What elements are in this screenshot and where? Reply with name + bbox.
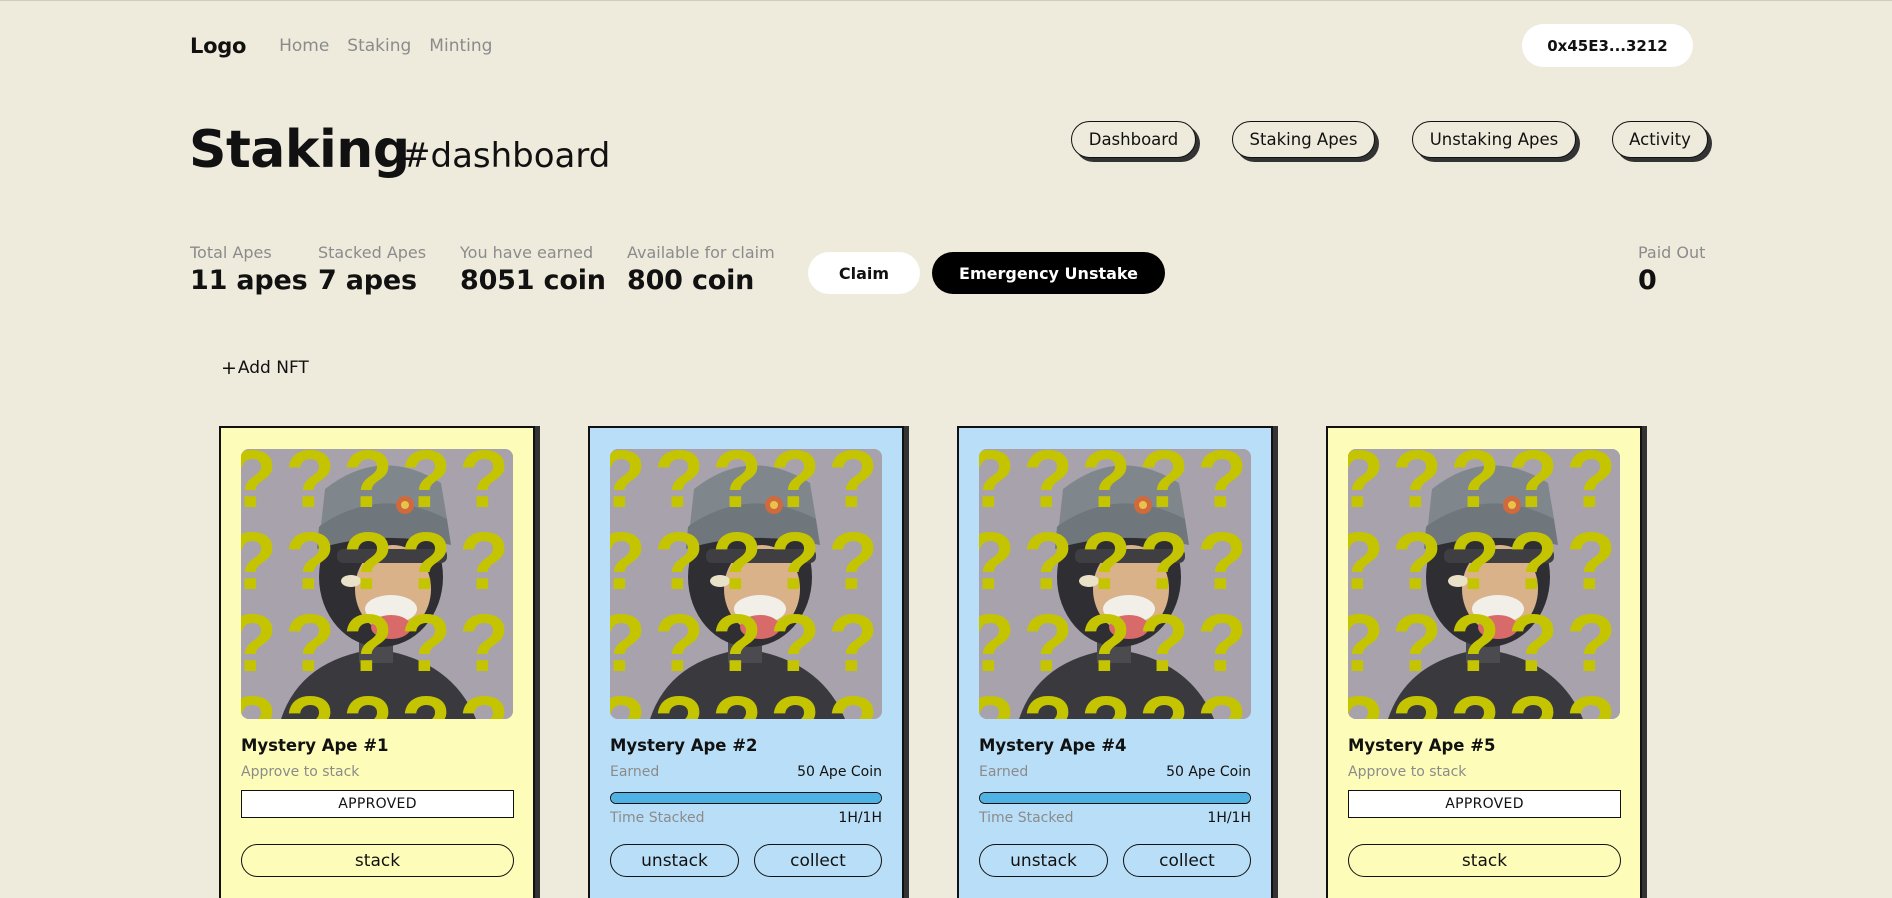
- add-nft-button[interactable]: + Add NFT: [221, 357, 309, 379]
- add-nft-label: Add NFT: [237, 358, 309, 378]
- stat-value: 800 coin: [627, 265, 755, 296]
- unstack-button[interactable]: unstack: [979, 844, 1108, 877]
- progress-fill: [980, 793, 1250, 803]
- tab-unstaking-apes[interactable]: Unstaking Apes: [1412, 121, 1576, 158]
- nft-status-hint: Approve to stack: [1348, 764, 1467, 780]
- progress-fill: [611, 793, 881, 803]
- approved-badge: APPROVED: [241, 790, 514, 818]
- logo[interactable]: Logo: [190, 34, 246, 58]
- nft-name: Mystery Ape #1: [241, 736, 389, 755]
- time-stacked-label: Time Stacked: [979, 810, 1074, 826]
- stack-button[interactable]: stack: [241, 844, 514, 877]
- stat-value: 11 apes: [190, 265, 308, 296]
- time-stacked-value: 1H/1H: [1207, 810, 1251, 826]
- stat-total-apes: Total Apes 11 apes: [190, 243, 308, 298]
- nav-link-minting[interactable]: Minting: [429, 36, 492, 56]
- nft-image: [610, 449, 882, 719]
- stat-paid-out: Paid Out 0: [1638, 243, 1705, 298]
- nft-image: [1348, 449, 1620, 719]
- emergency-unstake-button[interactable]: Emergency Unstake: [932, 252, 1165, 294]
- stat-label: Available for claim: [627, 243, 775, 262]
- page-title: Staking: [189, 120, 410, 180]
- wallet-address-button[interactable]: 0x45E3...3212: [1522, 24, 1693, 67]
- stat-available-claim: Available for claim 800 coin: [627, 243, 775, 298]
- nft-name: Mystery Ape #2: [610, 736, 758, 755]
- stat-stacked-apes: Stacked Apes 7 apes: [318, 243, 426, 298]
- page-subtitle: #dashboard: [402, 136, 611, 176]
- stat-label: Paid Out: [1638, 243, 1706, 262]
- stat-earned: You have earned 8051 coin: [460, 243, 606, 298]
- tab-staking-apes[interactable]: Staking Apes: [1232, 121, 1375, 158]
- nft-image: [979, 449, 1251, 719]
- nft-name: Mystery Ape #5: [1348, 736, 1496, 755]
- stat-label: Total Apes: [190, 243, 272, 262]
- nft-card: Mystery Ape #2 Earned 50 Ape Coin Time S…: [588, 426, 904, 898]
- nav-link-staking[interactable]: Staking: [347, 36, 411, 56]
- tab-activity[interactable]: Activity: [1612, 121, 1708, 158]
- stat-value: 8051 coin: [460, 265, 606, 296]
- nft-card: Mystery Ape #1 Approve to stack APPROVED…: [219, 426, 535, 898]
- earned-label: Earned: [610, 764, 660, 780]
- earned-label: Earned: [979, 764, 1029, 780]
- earned-value: 50 Ape Coin: [797, 764, 882, 780]
- stake-progress-bar: [610, 792, 882, 804]
- time-stacked-value: 1H/1H: [838, 810, 882, 826]
- nft-card: Mystery Ape #4 Earned 50 Ape Coin Time S…: [957, 426, 1273, 898]
- nft-name: Mystery Ape #4: [979, 736, 1127, 755]
- stat-value: 0: [1638, 265, 1657, 296]
- stake-progress-bar: [979, 792, 1251, 804]
- nft-status-hint: Approve to stack: [241, 764, 360, 780]
- claim-button[interactable]: Claim: [808, 252, 920, 294]
- tab-dashboard[interactable]: Dashboard: [1071, 121, 1196, 158]
- stat-value: 7 apes: [318, 265, 417, 296]
- stat-label: You have earned: [460, 243, 594, 262]
- stack-button[interactable]: stack: [1348, 844, 1621, 877]
- nft-card: Mystery Ape #5 Approve to stack APPROVED…: [1326, 426, 1642, 898]
- earned-value: 50 Ape Coin: [1166, 764, 1251, 780]
- collect-button[interactable]: collect: [754, 844, 882, 877]
- top-nav: Logo Home Staking Minting: [190, 28, 510, 64]
- top-border: [0, 0, 1892, 1]
- collect-button[interactable]: collect: [1123, 844, 1251, 877]
- approved-badge: APPROVED: [1348, 790, 1621, 818]
- nft-image: [241, 449, 513, 719]
- nav-link-home[interactable]: Home: [279, 36, 329, 56]
- time-stacked-label: Time Stacked: [610, 810, 705, 826]
- plus-icon: +: [221, 357, 237, 379]
- unstack-button[interactable]: unstack: [610, 844, 739, 877]
- stat-label: Stacked Apes: [318, 243, 427, 262]
